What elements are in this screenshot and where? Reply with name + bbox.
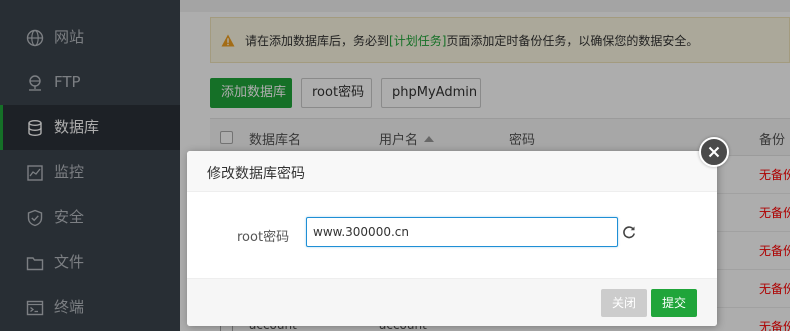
root-password-input[interactable]: [306, 217, 618, 247]
submit-button[interactable]: 提交: [651, 289, 698, 317]
dialog-close-icon[interactable]: [699, 137, 729, 167]
dialog-title: 修改数据库密码: [207, 166, 305, 182]
root-password-label: root密码: [237, 230, 290, 245]
close-button[interactable]: 关闭: [601, 289, 648, 317]
dialog-header: 修改数据库密码: [187, 151, 717, 192]
dialog-footer: 关闭 提交: [187, 278, 717, 326]
refresh-icon[interactable]: [622, 225, 636, 239]
change-db-password-dialog: 修改数据库密码 root密码 关闭 提交: [187, 151, 717, 326]
